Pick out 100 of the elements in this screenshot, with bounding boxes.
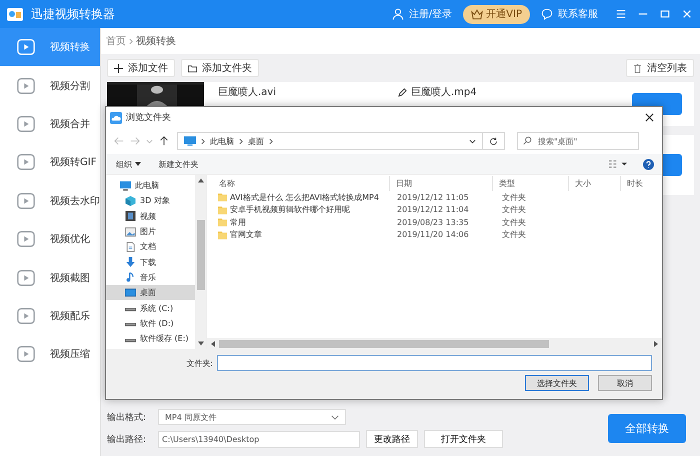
type-cell-text: 文件夹	[501, 192, 526, 203]
folder-row[interactable]: 官网文章 2019/11/20 14:06 文件夹	[207, 228, 662, 241]
file-name: 巨魔喷人.avi	[218, 86, 278, 99]
tree-item[interactable]: 视频	[106, 208, 195, 224]
sidebar-item[interactable]: 视频去水印	[0, 182, 100, 220]
breadcrumb-current: 视频转换	[136, 34, 176, 48]
login-link[interactable]: 注册/登录	[408, 7, 452, 21]
chevron-down-icon[interactable]	[469, 138, 476, 144]
video-tool-icon	[16, 114, 36, 134]
folder-icon	[218, 192, 227, 202]
menu-icon[interactable]	[616, 9, 626, 19]
convert-all-button[interactable]: 全部转换	[608, 414, 686, 443]
date-cell-text: 2019/08/23 13:35	[396, 218, 470, 227]
user-icon[interactable]	[392, 8, 404, 20]
folder-icon	[218, 230, 227, 240]
support-link[interactable]: 联系客服	[558, 7, 598, 21]
chevron-down-icon	[331, 414, 339, 420]
column-header[interactable]: 日期	[390, 176, 493, 190]
sidebar-item[interactable]: 视频转GIF	[0, 143, 100, 182]
clear-list-button[interactable]: 清空列表	[626, 59, 694, 77]
path-segment[interactable]: 桌面	[248, 136, 264, 146]
open-folder-button[interactable]: 打开文件夹	[424, 430, 503, 448]
scroll-up-icon[interactable]	[198, 178, 204, 183]
output-path-field[interactable]: C:\Users\13940\Desktop	[158, 430, 360, 448]
crown-icon	[471, 8, 484, 20]
caret-down-icon	[134, 162, 141, 166]
type-cell-text: 文件夹	[501, 204, 526, 216]
help-icon[interactable]	[643, 158, 654, 170]
folder-icon	[218, 204, 227, 215]
type-cell-text: 文件夹	[501, 229, 526, 240]
chat-icon[interactable]	[541, 8, 553, 20]
column-header[interactable]: 类型	[493, 176, 569, 190]
search-field[interactable]: 搜索"桌面"	[517, 132, 639, 150]
logo-icon	[6, 5, 24, 23]
sidebar-item[interactable]: 视频压缩	[0, 335, 100, 374]
close-icon[interactable]	[645, 113, 654, 122]
scroll-down-icon[interactable]	[198, 341, 204, 346]
date-cell-text: 2019/12/12 11:04	[396, 205, 470, 214]
column-header[interactable]: 大小	[569, 176, 621, 190]
select-folder-button[interactable]: 选择文件夹	[525, 375, 589, 391]
vip-button[interactable]: 开通VIP	[463, 4, 530, 24]
tree-item[interactable]: 软件缓存 (E:)	[106, 330, 195, 346]
column-header[interactable]: 时长	[621, 176, 662, 190]
tree-item[interactable]: 图片	[106, 224, 195, 240]
tree-item[interactable]: 此电脑	[106, 178, 195, 194]
cube-icon	[125, 196, 136, 206]
add-folder-button[interactable]: 添加文件夹	[181, 59, 259, 77]
folder-name-field[interactable]	[217, 355, 652, 371]
new-folder-button[interactable]: 新建文件夹	[158, 158, 199, 170]
scrollbar[interactable]	[195, 175, 206, 349]
scrollbar[interactable]	[207, 338, 662, 349]
folder-row[interactable]: AVI格式是什么 怎么把AVI格式转换成MP4 2019/12/12 11:05 文件夹	[207, 191, 662, 204]
pencil-icon[interactable]	[398, 88, 407, 96]
format-select[interactable]: MP4 同原文件	[158, 409, 346, 425]
folder-name: 官网文章	[230, 229, 262, 240]
change-path-button[interactable]: 更改路径	[366, 430, 418, 448]
date-cell-text: 2019/12/12 11:05	[396, 192, 470, 202]
sidebar-item[interactable]: 视频配乐	[0, 296, 100, 336]
organize-menu[interactable]: 组织	[116, 158, 141, 170]
folder-name: AVI格式是什么 怎么把AVI格式转换成MP4	[230, 192, 379, 203]
tree-item[interactable]: 桌面	[106, 285, 195, 300]
scroll-right-icon[interactable]	[654, 340, 658, 346]
view-options-icon[interactable]	[607, 160, 629, 168]
tree-item[interactable]: 3D 对象	[106, 193, 195, 209]
maximize-icon[interactable]	[660, 9, 670, 19]
video-tool-icon	[16, 76, 36, 96]
sidebar-item[interactable]: 视频优化	[0, 220, 100, 258]
up-arrow-icon[interactable]	[159, 136, 169, 146]
cancel-button[interactable]: 取消	[598, 375, 652, 391]
add-file-button[interactable]: 添加文件	[107, 59, 175, 77]
image-icon	[125, 226, 136, 237]
folder-row[interactable]: 安卓手机视频剪辑软件哪个好用呢 2019/12/12 11:04 文件夹	[207, 204, 662, 216]
dialog-title: 浏览文件夹	[126, 112, 171, 124]
video-tool-icon	[16, 306, 36, 326]
sidebar-item[interactable]: 视频合并	[0, 104, 100, 144]
tree-item[interactable]: 音乐	[106, 270, 195, 286]
video-tool-icon	[16, 37, 36, 58]
breadcrumb-link[interactable]: 首页	[106, 34, 126, 48]
tree-item[interactable]: 下载	[106, 254, 195, 270]
path-segment[interactable]: 此电脑	[210, 136, 234, 146]
sidebar-item[interactable]: 视频截图	[0, 258, 100, 297]
tree-item[interactable]: 系统 (C:)	[106, 300, 195, 316]
sidebar-item[interactable]: 视频分割	[0, 66, 100, 105]
date-cell-text: 2019/11/20 14:06	[396, 230, 470, 240]
search-icon	[523, 136, 532, 145]
folder-name: 常用	[230, 216, 246, 228]
tree-item[interactable]: 软件 (D:)	[106, 316, 195, 331]
video-tool-icon	[16, 229, 36, 250]
folder-row[interactable]: 常用 2019/08/23 13:35 文件夹	[207, 216, 662, 228]
tree-item[interactable]: 文档	[106, 239, 195, 254]
address-bar[interactable]: 此电脑 桌面	[177, 132, 483, 150]
chevron-right-icon	[201, 138, 205, 144]
plus-icon	[114, 64, 123, 72]
refresh-button[interactable]	[483, 132, 505, 150]
chevron-right-icon	[269, 138, 273, 144]
document-icon	[125, 242, 136, 252]
monitor-icon	[120, 180, 131, 191]
chevron-right-icon	[129, 38, 133, 44]
scroll-left-icon[interactable]	[211, 340, 215, 346]
column-header[interactable]: 名称	[207, 176, 390, 190]
